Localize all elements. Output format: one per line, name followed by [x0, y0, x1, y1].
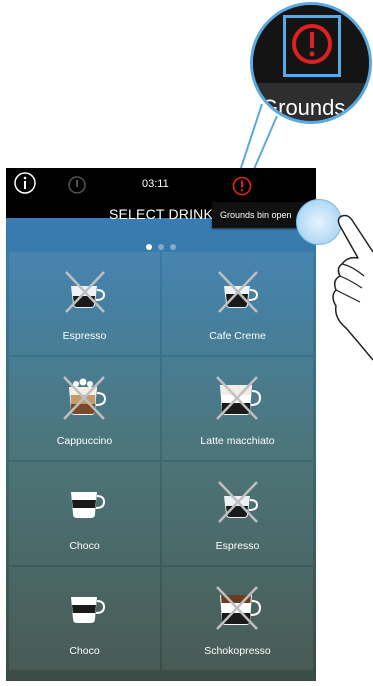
alert-icon [292, 24, 332, 64]
drink-label: Schokopresso [204, 645, 271, 657]
drink-tile-schokopresso[interactable]: Schokopresso [162, 567, 313, 670]
drink-tile-choco-2[interactable]: Choco [9, 567, 160, 670]
zoom-callout: Grounds [250, 2, 372, 124]
alert-icon[interactable] [232, 176, 252, 196]
drink-grid: Espresso Cafe Creme Cappuccino Latte mac… [9, 252, 313, 672]
info-icon[interactable] [14, 172, 36, 194]
device-screen: 03:11 SELECT DRINK Grounds bin open Espr… [6, 168, 316, 681]
drink-tile-espresso[interactable]: Espresso [9, 252, 160, 355]
drink-label: Latte macchiato [200, 435, 275, 447]
drink-tile-cappuccino[interactable]: Cappuccino [9, 357, 160, 460]
choco-cup-icon [70, 492, 105, 518]
espresso-cup-icon [217, 481, 258, 523]
drink-label: Choco [69, 645, 100, 657]
zoom-alert-highlight [283, 15, 341, 77]
drink-tile-espresso-2[interactable]: Espresso [162, 462, 313, 565]
cafe-creme-cup-icon [217, 271, 258, 313]
drink-tile-choco[interactable]: Choco [9, 462, 160, 565]
drink-label: Cappuccino [56, 435, 113, 447]
espresso-cup-icon [64, 271, 105, 313]
page-dot-active [146, 244, 152, 250]
clock: 03:11 [142, 178, 169, 190]
choco-cup-icon [70, 597, 105, 623]
page-dot [158, 244, 164, 250]
page-indicator [146, 237, 182, 250]
drink-label: Espresso [62, 330, 107, 342]
page-dot [170, 244, 176, 250]
pointing-hand-icon [332, 214, 373, 361]
zoom-label: Grounds [261, 95, 346, 120]
cappuccino-cup-icon [62, 376, 106, 420]
latte-macchiato-cup-icon [215, 376, 261, 420]
disabled-status-icon [68, 176, 86, 194]
schokopresso-cup-icon [215, 586, 261, 630]
drink-tile-cafe-creme[interactable]: Cafe Creme [162, 252, 313, 355]
drink-label: Cafe Creme [209, 330, 266, 342]
drink-label: Espresso [215, 540, 260, 552]
drink-label: Choco [69, 540, 100, 552]
drink-tile-latte-macchiato[interactable]: Latte macchiato [162, 357, 313, 460]
